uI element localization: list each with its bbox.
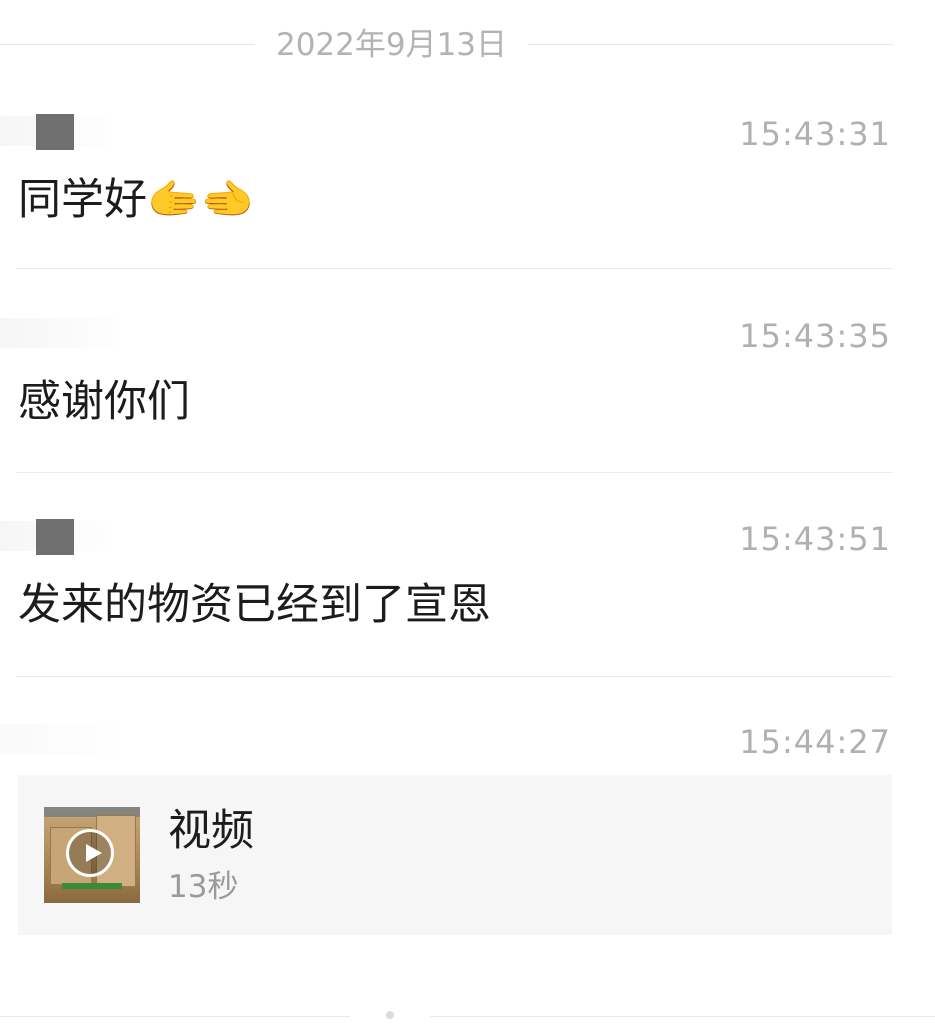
chat-message[interactable]: 15:43:35 感谢你们 <box>0 316 935 471</box>
sender-name-redacted <box>0 724 120 754</box>
date-separator-line-right <box>528 44 893 45</box>
message-time: 15:43:31 <box>739 115 891 153</box>
bottom-divider-left <box>0 1016 350 1017</box>
sender-name-redacted <box>0 318 120 348</box>
video-duration: 13秒 <box>168 869 239 905</box>
page-indicator-dot <box>386 1011 394 1019</box>
play-icon[interactable] <box>66 829 114 877</box>
video-title: 视频 <box>168 806 254 856</box>
sender-avatar-redacted <box>36 519 74 555</box>
message-time: 15:43:35 <box>739 317 891 355</box>
message-time: 15:44:27 <box>739 723 891 761</box>
date-separator-line-left <box>0 44 255 45</box>
message-divider <box>16 268 893 269</box>
date-label: 2022年9月13日 <box>275 27 508 63</box>
message-text: 同学好🫱🫲 <box>18 175 255 225</box>
message-divider <box>16 472 893 473</box>
chat-message[interactable]: 15:43:51 发来的物资已经到了宣恩 <box>0 519 935 674</box>
date-separator: 2022年9月13日 <box>0 22 935 68</box>
message-text: 感谢你们 <box>18 377 190 427</box>
chat-message-header: 15:44:27 <box>0 722 935 762</box>
bottom-divider-right <box>430 1016 935 1017</box>
message-text: 发来的物资已经到了宣恩 <box>18 580 491 630</box>
video-thumbnail[interactable] <box>44 807 140 903</box>
thumbnail-detail <box>62 883 122 889</box>
message-divider <box>16 676 893 677</box>
sender-avatar-redacted <box>36 114 74 150</box>
video-message-card[interactable]: 视频 13秒 <box>18 775 892 935</box>
chat-message[interactable]: 15:43:31 同学好🫱🫲 <box>0 114 935 269</box>
message-time: 15:43:51 <box>739 520 891 558</box>
